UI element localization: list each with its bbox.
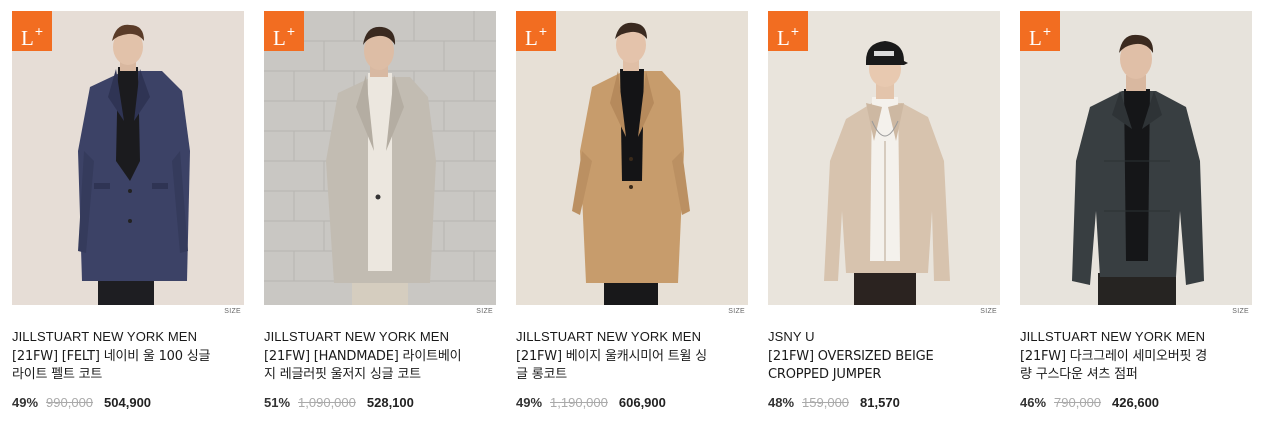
price-row: 51% 1,090,000 528,100 xyxy=(264,395,496,411)
size-label[interactable]: SIZE xyxy=(12,306,244,318)
model-photo xyxy=(516,11,748,305)
product-image[interactable]: L+ xyxy=(12,11,244,305)
model-photo xyxy=(768,11,1000,305)
product-image[interactable]: L+ xyxy=(264,11,496,305)
product-title[interactable]: [21FW] 베이지 울캐시미어 트윌 싱 글 롱코트 xyxy=(516,348,748,384)
product-title-line: [21FW] 다크그레이 세미오버핏 경 xyxy=(1020,349,1207,364)
original-price: 1,090,000 xyxy=(298,395,356,410)
discount-rate: 49% xyxy=(12,395,39,410)
product-title[interactable]: [21FW] 다크그레이 세미오버핏 경 량 구스다운 셔츠 점퍼 xyxy=(1020,348,1252,384)
l-plus-badge: L+ xyxy=(516,11,556,51)
brand-name[interactable]: JILLSTUART NEW YORK MEN xyxy=(516,329,748,345)
product-card[interactable]: L+ SIZE JILLSTUART NEW YORK MEN [21FW] [… xyxy=(12,11,244,411)
product-title[interactable]: [21FW] [FELT] 네이비 울 100 싱글 라이트 펠트 코트 xyxy=(12,348,244,384)
product-title[interactable]: [21FW] [HANDMADE] 라이트베이 지 레글러핏 울저지 싱글 코트 xyxy=(264,348,496,384)
brand-name[interactable]: JILLSTUART NEW YORK MEN xyxy=(1020,329,1252,345)
price-row: 49% 990,000 504,900 xyxy=(12,395,244,411)
sale-price: 528,100 xyxy=(366,395,414,410)
model-photo xyxy=(12,11,244,305)
sale-price: 504,900 xyxy=(104,395,152,410)
original-price: 790,000 xyxy=(1054,395,1102,410)
product-image[interactable]: L+ xyxy=(1020,11,1252,305)
brand-name[interactable]: JILLSTUART NEW YORK MEN xyxy=(12,329,244,345)
product-title-line: 지 레글러핏 울저지 싱글 코트 xyxy=(264,367,421,382)
product-title-line: [21FW] 베이지 울캐시미어 트윌 싱 xyxy=(516,349,707,364)
sale-price: 426,600 xyxy=(1112,395,1160,410)
original-price: 990,000 xyxy=(46,395,94,410)
size-label[interactable]: SIZE xyxy=(768,306,1000,318)
product-title-line: 량 구스다운 셔츠 점퍼 xyxy=(1020,367,1138,382)
brand-name[interactable]: JILLSTUART NEW YORK MEN xyxy=(264,329,496,345)
model-photo xyxy=(264,11,496,305)
size-label[interactable]: SIZE xyxy=(516,306,748,318)
product-image[interactable]: L+ xyxy=(768,11,1000,305)
price-row: 48% 159,000 81,570 xyxy=(768,395,1000,411)
discount-rate: 51% xyxy=(264,395,291,410)
product-title[interactable]: [21FW] OVERSIZED BEIGE CROPPED JUMPER xyxy=(768,348,1000,384)
model-photo xyxy=(1020,11,1252,305)
original-price: 1,190,000 xyxy=(550,395,608,410)
discount-rate: 49% xyxy=(516,395,543,410)
product-card[interactable]: L+ SIZE JSNY U [21FW] OVERSIZED BEIGE CR… xyxy=(768,11,1000,411)
product-title-line: [21FW] [HANDMADE] 라이트베이 xyxy=(264,349,462,364)
l-plus-badge: L+ xyxy=(264,11,304,51)
l-plus-badge: L+ xyxy=(12,11,52,51)
product-card[interactable]: L+ SIZE JILLSTUART NEW YORK MEN [21FW] [… xyxy=(264,11,496,411)
sale-price: 81,570 xyxy=(860,395,900,410)
product-card[interactable]: L+ SIZE JILLSTUART NEW YORK MEN [21FW] 다… xyxy=(1020,11,1252,411)
discount-rate: 46% xyxy=(1020,395,1047,410)
product-title-line: 글 롱코트 xyxy=(516,367,567,382)
size-label[interactable]: SIZE xyxy=(1020,306,1252,318)
l-plus-badge: L+ xyxy=(1020,11,1060,51)
product-title-line: [21FW] OVERSIZED BEIGE xyxy=(768,349,934,364)
brand-name[interactable]: JSNY U xyxy=(768,329,1000,345)
price-row: 46% 790,000 426,600 xyxy=(1020,395,1252,411)
product-title-line: [21FW] [FELT] 네이비 울 100 싱글 xyxy=(12,349,211,364)
discount-rate: 48% xyxy=(768,395,795,410)
size-label[interactable]: SIZE xyxy=(264,306,496,318)
product-grid: L+ SIZE JILLSTUART NEW YORK MEN [21FW] [… xyxy=(12,11,1252,411)
product-title-line: CROPPED JUMPER xyxy=(768,367,882,382)
sale-price: 606,900 xyxy=(618,395,666,410)
price-row: 49% 1,190,000 606,900 xyxy=(516,395,748,411)
original-price: 159,000 xyxy=(802,395,850,410)
product-card[interactable]: L+ SIZE JILLSTUART NEW YORK MEN [21FW] 베… xyxy=(516,11,748,411)
l-plus-badge: L+ xyxy=(768,11,808,51)
product-image[interactable]: L+ xyxy=(516,11,748,305)
product-title-line: 라이트 펠트 코트 xyxy=(12,367,103,382)
